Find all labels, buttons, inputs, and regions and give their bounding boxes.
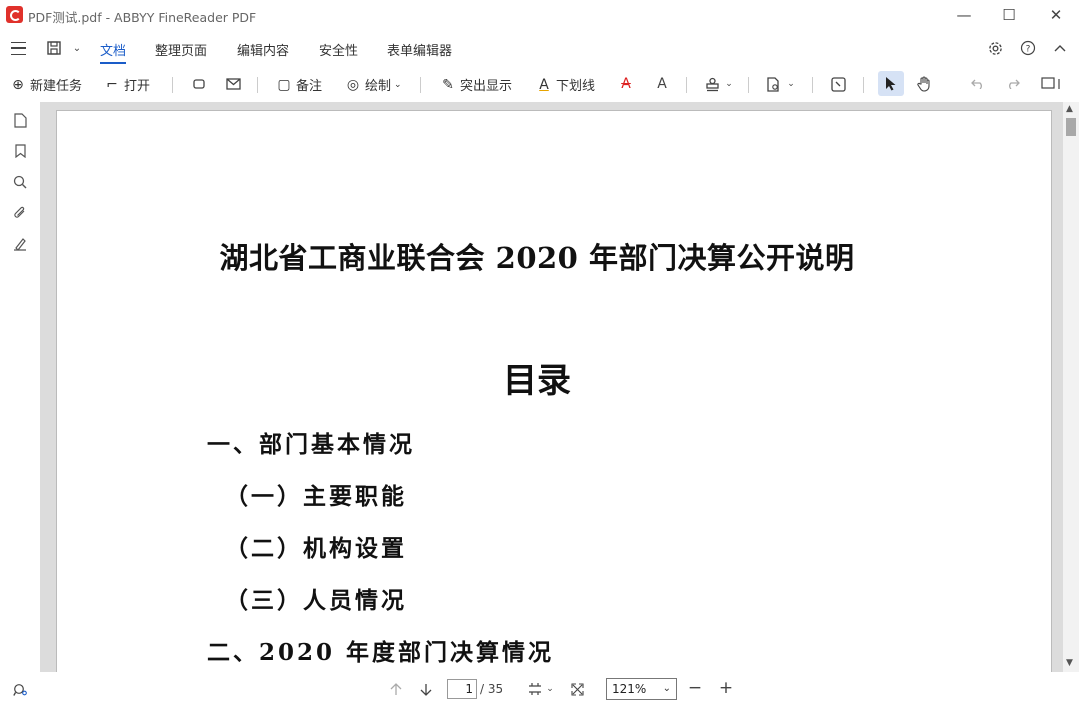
scroll-down-arrow-icon[interactable]: ▼ <box>1066 658 1073 668</box>
fullscreen-icon[interactable] <box>567 679 587 699</box>
toolbar-divider <box>812 77 813 93</box>
toolbar-divider <box>686 77 687 93</box>
bookmark-icon[interactable] <box>11 142 29 160</box>
toolbar-divider <box>748 77 749 93</box>
highlight-label: 突出显示 <box>460 79 513 94</box>
plus-circle-icon: ⊕ <box>12 76 24 93</box>
new-task-label: 新建任务 <box>30 79 83 94</box>
compare-icon[interactable] <box>828 75 848 93</box>
toc-item: 二、2020 年度部门决算情况 <box>207 639 555 666</box>
draw-label: 绘制 <box>365 79 392 94</box>
signature-icon[interactable] <box>11 235 29 253</box>
toc-item: （一）主要职能 <box>225 483 407 510</box>
draw-shapes-icon: ◎ <box>346 76 360 93</box>
previous-page-arrow-icon[interactable] <box>386 679 406 699</box>
chevron-down-icon: ⌄ <box>662 683 671 694</box>
comment-button[interactable]: ▢ 备注 <box>276 75 323 95</box>
undo-icon[interactable] <box>968 74 988 94</box>
underline-button[interactable]: A 下划线 <box>536 75 596 95</box>
save-icon[interactable] <box>44 38 64 58</box>
toolbar-divider <box>863 77 864 93</box>
maximize-button[interactable]: ☐ <box>986 0 1032 30</box>
highlight-button[interactable]: ✎ 突出显示 <box>440 75 513 95</box>
underline-icon: A <box>539 76 549 93</box>
app-logo-icon <box>6 6 23 23</box>
attachment-icon[interactable] <box>11 204 29 222</box>
strikethrough-icon[interactable]: A <box>617 75 635 93</box>
rotate-icon[interactable] <box>190 75 208 93</box>
toolbar: ⊕ 新建任务 ⌐ 打开 ▢ 备注 ◎ 绘制 ⌄ ✎ 突出显示 A 下划线 A A… <box>0 66 1079 102</box>
scrollbar-thumb[interactable] <box>1066 118 1076 136</box>
zoom-in-button[interactable]: + <box>716 677 736 699</box>
toc-item: （二）机构设置 <box>225 535 407 562</box>
left-sidebar <box>0 102 40 672</box>
stamp-chevron-down-icon[interactable]: ⌄ <box>723 76 735 92</box>
next-page-arrow-icon[interactable] <box>416 679 436 699</box>
open-folder-icon: ⌐ <box>106 76 118 93</box>
toc-item: （三）人员情况 <box>225 587 407 614</box>
vertical-scrollbar[interactable]: ▲ ▼ <box>1063 102 1079 672</box>
save-dropdown-chevron-icon[interactable]: ⌄ <box>70 40 84 56</box>
toolbar-divider <box>420 77 421 93</box>
chevron-down-icon: ⌄ <box>394 79 402 90</box>
highlighter-icon: ✎ <box>442 76 454 93</box>
toc-item: 一、部门基本情况 <box>207 431 415 458</box>
open-label: 打开 <box>124 79 151 94</box>
title-bar: PDF测试.pdf - ABBYY FineReader PDF — ☐ ✕ <box>0 0 1079 30</box>
window-title: PDF测试.pdf - ABBYY FineReader PDF <box>28 10 257 25</box>
search-settings-icon[interactable] <box>10 680 30 700</box>
tab-organize-pages[interactable]: 整理页面 <box>155 40 207 59</box>
draw-button[interactable]: ◎ 绘制 ⌄ <box>345 75 402 95</box>
total-pages: / 35 <box>480 682 504 696</box>
fit-width-icon[interactable] <box>525 679 545 699</box>
page-thumbnails-icon[interactable] <box>11 111 29 129</box>
menu-bar: ⌄ 文档 整理页面 编辑内容 安全性 表单编辑器 ? <box>0 30 1079 66</box>
toolbar-divider <box>257 77 258 93</box>
open-button[interactable]: ⌐ 打开 <box>104 75 151 95</box>
stamp-icon[interactable] <box>702 75 722 93</box>
scroll-up-arrow-icon[interactable]: ▲ <box>1066 104 1073 114</box>
zoom-value: 121% <box>612 682 647 696</box>
page-number-input[interactable]: 1 <box>447 679 477 699</box>
hamburger-menu-icon[interactable] <box>11 42 26 55</box>
zoom-select[interactable]: 121% ⌄ <box>606 678 677 700</box>
redo-icon[interactable] <box>1003 74 1023 94</box>
pdf-page: 湖北省工商业联合会 2020 年部门决算公开说明 目录 一、部门基本情况 （一）… <box>56 110 1052 672</box>
email-icon[interactable] <box>224 75 242 93</box>
add-text-icon[interactable]: A <box>653 75 671 93</box>
new-task-button[interactable]: ⊕ 新建任务 <box>10 75 83 95</box>
minimize-button[interactable]: — <box>941 0 987 30</box>
gear-icon[interactable] <box>985 38 1005 58</box>
document-viewer[interactable]: 湖北省工商业联合会 2020 年部门决算公开说明 目录 一、部门基本情况 （一）… <box>40 102 1063 672</box>
toc-heading: 目录 <box>503 361 571 401</box>
status-bar: 1 / 35 ⌄ 121% ⌄ − + <box>0 672 1079 706</box>
svg-text:?: ? <box>1026 45 1031 55</box>
page-search-icon[interactable] <box>764 75 784 93</box>
tab-edit-content[interactable]: 编辑内容 <box>237 40 289 59</box>
close-button[interactable]: ✕ <box>1033 0 1079 30</box>
document-title: 湖北省工商业联合会 2020 年部门决算公开说明 <box>219 241 855 275</box>
hand-tool-icon[interactable] <box>914 74 934 94</box>
comments-panel-icon[interactable] <box>1040 74 1068 94</box>
fit-chevron-down-icon[interactable]: ⌄ <box>544 681 556 697</box>
tab-form-editor[interactable]: 表单编辑器 <box>387 40 452 59</box>
zoom-out-button[interactable]: − <box>685 677 705 699</box>
toolbar-divider <box>172 77 173 93</box>
comment-label: 备注 <box>296 79 323 94</box>
collapse-ribbon-icon[interactable] <box>1050 38 1070 58</box>
search-icon[interactable] <box>11 173 29 191</box>
select-cursor-icon[interactable] <box>878 71 904 96</box>
comment-icon: ▢ <box>277 76 291 93</box>
page-chevron-down-icon[interactable]: ⌄ <box>785 76 797 92</box>
help-icon[interactable]: ? <box>1018 38 1038 58</box>
tab-document[interactable]: 文档 <box>100 40 127 64</box>
underline-label: 下划线 <box>556 79 596 94</box>
tab-security[interactable]: 安全性 <box>319 40 358 59</box>
